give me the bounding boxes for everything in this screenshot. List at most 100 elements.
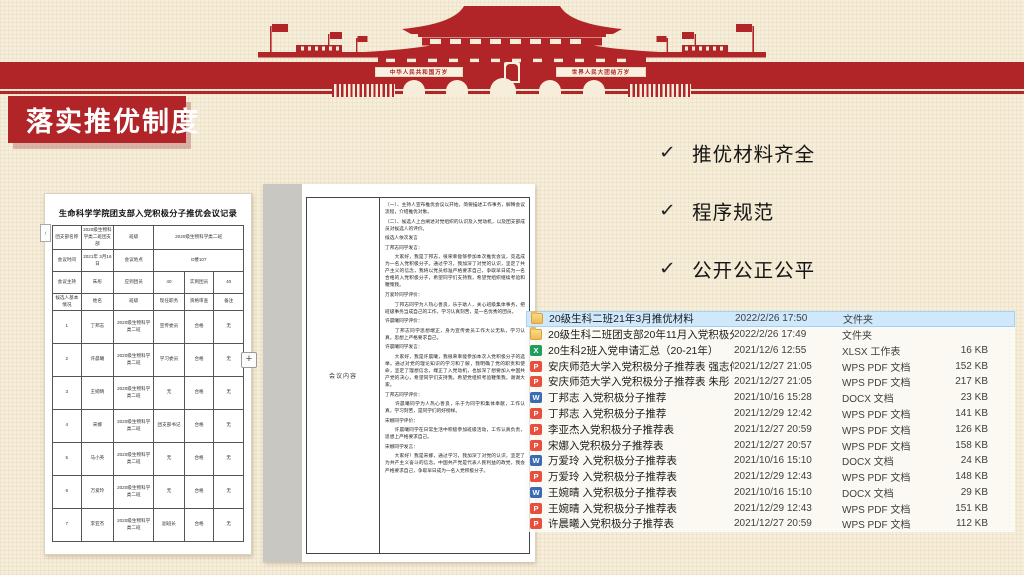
file-type: WPS PDF 文档: [842, 438, 944, 453]
file-row[interactable]: W王婉晴 入党积极分子推荐表2021/10/16 15:10DOCX 文档29 …: [526, 484, 1015, 500]
file-type: DOCX 文档: [842, 390, 944, 405]
paragraph: 宋娜同学评价：: [385, 417, 525, 424]
file-date: 2021/12/27 20:59: [734, 518, 842, 529]
table-cell: 王婉晴: [81, 376, 113, 409]
table-cell: 2020级生物科学类二班: [114, 475, 154, 508]
table-cell: 万爱玲: [81, 475, 113, 508]
table-cell: 会议地点: [114, 250, 154, 272]
file-row[interactable]: P万爱玲 入党积极分子推荐表2021/12/29 12:43WPS PDF 文档…: [526, 469, 1015, 485]
folder-icon: [531, 313, 543, 324]
paragraph: 许晨曦同学评价：: [385, 317, 525, 324]
paragraph: 大家好，我是许晨曦，我很荣幸能参加本次入党积极分子的选举。通过对党的理论知识的学…: [385, 353, 525, 388]
table-cell: 40: [154, 272, 185, 294]
paragraph: 丁邦志同学为人热心善良，乐于助人，关心班级集体事务，把班级事务当成自己的工作，学…: [385, 301, 525, 315]
file-row[interactable]: P丁邦志 入党积极分子推荐2021/12/29 12:42WPS PDF 文档1…: [526, 406, 1015, 422]
file-row[interactable]: P李亚杰入党积极分子推荐表2021/12/27 20:59WPS PDF 文档1…: [526, 421, 1015, 437]
table-cell: 合格: [184, 508, 214, 541]
file-row[interactable]: P宋娜入党积极分子推荐表2021/12/27 20:57WPS PDF 文档15…: [526, 437, 1015, 453]
file-type: WPS PDF 文档: [842, 406, 944, 421]
table-cell: 班级: [114, 294, 154, 311]
file-size: 16 KB: [944, 345, 1015, 356]
table-cell: 5: [53, 442, 82, 475]
file-name: 万爱玲 入党积极分子推荐表: [548, 469, 734, 484]
file-row[interactable]: W 丁邦志 入党积极分子推荐2021/10/16 15:28DOCX 文档23 K…: [526, 390, 1015, 406]
file-row[interactable]: X20生科2班入党申请汇总（20-21年）2021/12/6 12:55XLSX…: [526, 343, 1015, 359]
file-row[interactable]: P王婉晴 入党积极分子推荐表2021/12/29 12:43WPS PDF 文档…: [526, 500, 1015, 516]
checklist-item-label: 程序规范: [692, 196, 774, 225]
file-date: 2021/12/27 20:59: [734, 424, 842, 435]
table-cell: 无: [214, 442, 244, 475]
meeting-content-document[interactable]: 会议内容 （一）、主持人宣布推优会议以开始，简要描述工作事务，解释会议流程，介绍…: [263, 184, 535, 562]
meeting-content-page: 会议内容 （一）、主持人宣布推优会议以开始，简要描述工作事务，解释会议流程，介绍…: [302, 184, 535, 562]
table-cell: 2021年 3月16日: [81, 250, 113, 272]
meeting-record-document[interactable]: 生命科学学院团支部入党积极分子推优会议记录 团支部名称2020级生物科学类二班团…: [44, 193, 252, 555]
table-cell: 丁邦志: [81, 310, 113, 343]
file-size: 23 KB: [944, 392, 1015, 403]
file-name: 丁邦志 入党积极分子推荐: [548, 390, 734, 405]
file-name: 王婉晴 入党积极分子推荐表: [548, 485, 734, 500]
file-type: WPS PDF 文档: [842, 422, 944, 437]
pdf-icon: P: [530, 518, 542, 529]
file-row[interactable]: 20级生科二班团支部20年11月入党积极分子发...2022/2/26 17:4…: [526, 327, 1015, 343]
file-size: 217 KB: [944, 376, 1015, 387]
table-cell: 合格: [184, 343, 214, 376]
paragraph: 大家好，我是丁邦志，很荣幸能够参加本次推优会议，竞选成为一名入党积极分子。通过学…: [385, 253, 525, 288]
file-type: 文件夹: [843, 311, 945, 326]
paragraph: 候选人依次发言: [385, 234, 525, 241]
file-type: WPS PDF 文档: [842, 501, 944, 516]
file-date: 2021/12/29 12:43: [734, 503, 842, 514]
checklist-item-label: 公开公正公平: [692, 254, 815, 283]
table-cell: 2020级生物科学类二班团支部: [81, 226, 113, 250]
table-cell: 无: [214, 409, 244, 442]
docx-icon: W: [530, 455, 542, 466]
table-cell: 副班长: [154, 508, 185, 541]
file-date: 2021/10/16 15:28: [734, 392, 842, 403]
paragraph: （一）、主持人宣布推优会议以开始，简要描述工作事务，解释会议流程，介绍推优对象。: [385, 201, 525, 215]
paragraph: 丁邦志同学发言：: [385, 244, 525, 251]
table-cell: G楼107: [154, 250, 244, 272]
table-cell: 实到团员: [184, 272, 214, 294]
file-row[interactable]: W万爱玲 入党积极分子推荐表2021/10/16 15:10DOCX 文档24 …: [526, 453, 1015, 469]
scroll-handle[interactable]: ‹: [40, 224, 51, 242]
file-row[interactable]: 20级生科二班21年3月推优材料2022/2/26 17:50文件夹: [526, 311, 1015, 327]
paragraph: 万爱玲同学评价：: [385, 291, 525, 298]
bridge-arch: [583, 80, 605, 95]
bridge-arch: [403, 80, 425, 95]
file-name: 许晨曦入党积极分子推荐表: [548, 516, 734, 531]
file-size: 152 KB: [944, 361, 1015, 372]
table-cell: 2020级生物科学类二班: [114, 409, 154, 442]
file-name: 李亚杰入党积极分子推荐表: [548, 422, 734, 437]
table-cell: 2: [53, 343, 82, 376]
file-row[interactable]: P安庆师范大学入党积极分子推荐表 强志伟2021/12/27 21:05WPS …: [526, 358, 1015, 374]
checklist-item: ✓ 公开公正公平: [660, 256, 815, 280]
table-cell: 学习委员: [154, 343, 185, 376]
pdf-icon: P: [530, 503, 542, 514]
docx-icon: W: [530, 392, 542, 403]
file-size: 158 KB: [944, 440, 1015, 451]
table-cell: 40: [214, 272, 244, 294]
file-name: 安庆师范大学入党积极分子推荐表 强志伟: [548, 359, 734, 374]
file-date: 2021/12/29 12:43: [734, 471, 842, 482]
table-cell: 2020级生物科学类二班: [114, 310, 154, 343]
paragraph: 丁邦志同学评价：: [385, 391, 525, 398]
paragraph: （二）、候选人上台阐述对党组织的认识及入党动机，以及团支部成员对候选人的评价。: [385, 218, 525, 232]
table-cell: 合格: [184, 376, 214, 409]
checklist-item: ✓推优材料齐全: [660, 140, 815, 164]
table-cell: 无: [214, 376, 244, 409]
table-cell: 候选人基本情况: [53, 294, 82, 311]
table-cell: 4: [53, 409, 82, 442]
gate-left-plaque: 中华人民共和国万岁: [375, 67, 463, 77]
table-cell: 1: [53, 310, 82, 343]
page-title-banner: 落实推优制度: [8, 96, 186, 143]
table-cell: 合格: [184, 442, 214, 475]
table-cell: 无: [214, 508, 244, 541]
file-row[interactable]: P安庆师范大学入党积极分子推荐表 朱彤2021/12/27 21:05WPS P…: [526, 374, 1015, 390]
file-size: 151 KB: [944, 503, 1015, 514]
table-cell: 无: [214, 343, 244, 376]
page-title: 落实推优制度: [8, 100, 200, 139]
pdf-icon: P: [530, 471, 542, 482]
check-icon: ✓: [659, 258, 678, 279]
zoom-plus-button[interactable]: +: [241, 352, 257, 368]
file-row[interactable]: P许晨曦入党积极分子推荐表2021/12/27 20:59WPS PDF 文档1…: [526, 516, 1015, 532]
file-size: 141 KB: [944, 408, 1015, 419]
